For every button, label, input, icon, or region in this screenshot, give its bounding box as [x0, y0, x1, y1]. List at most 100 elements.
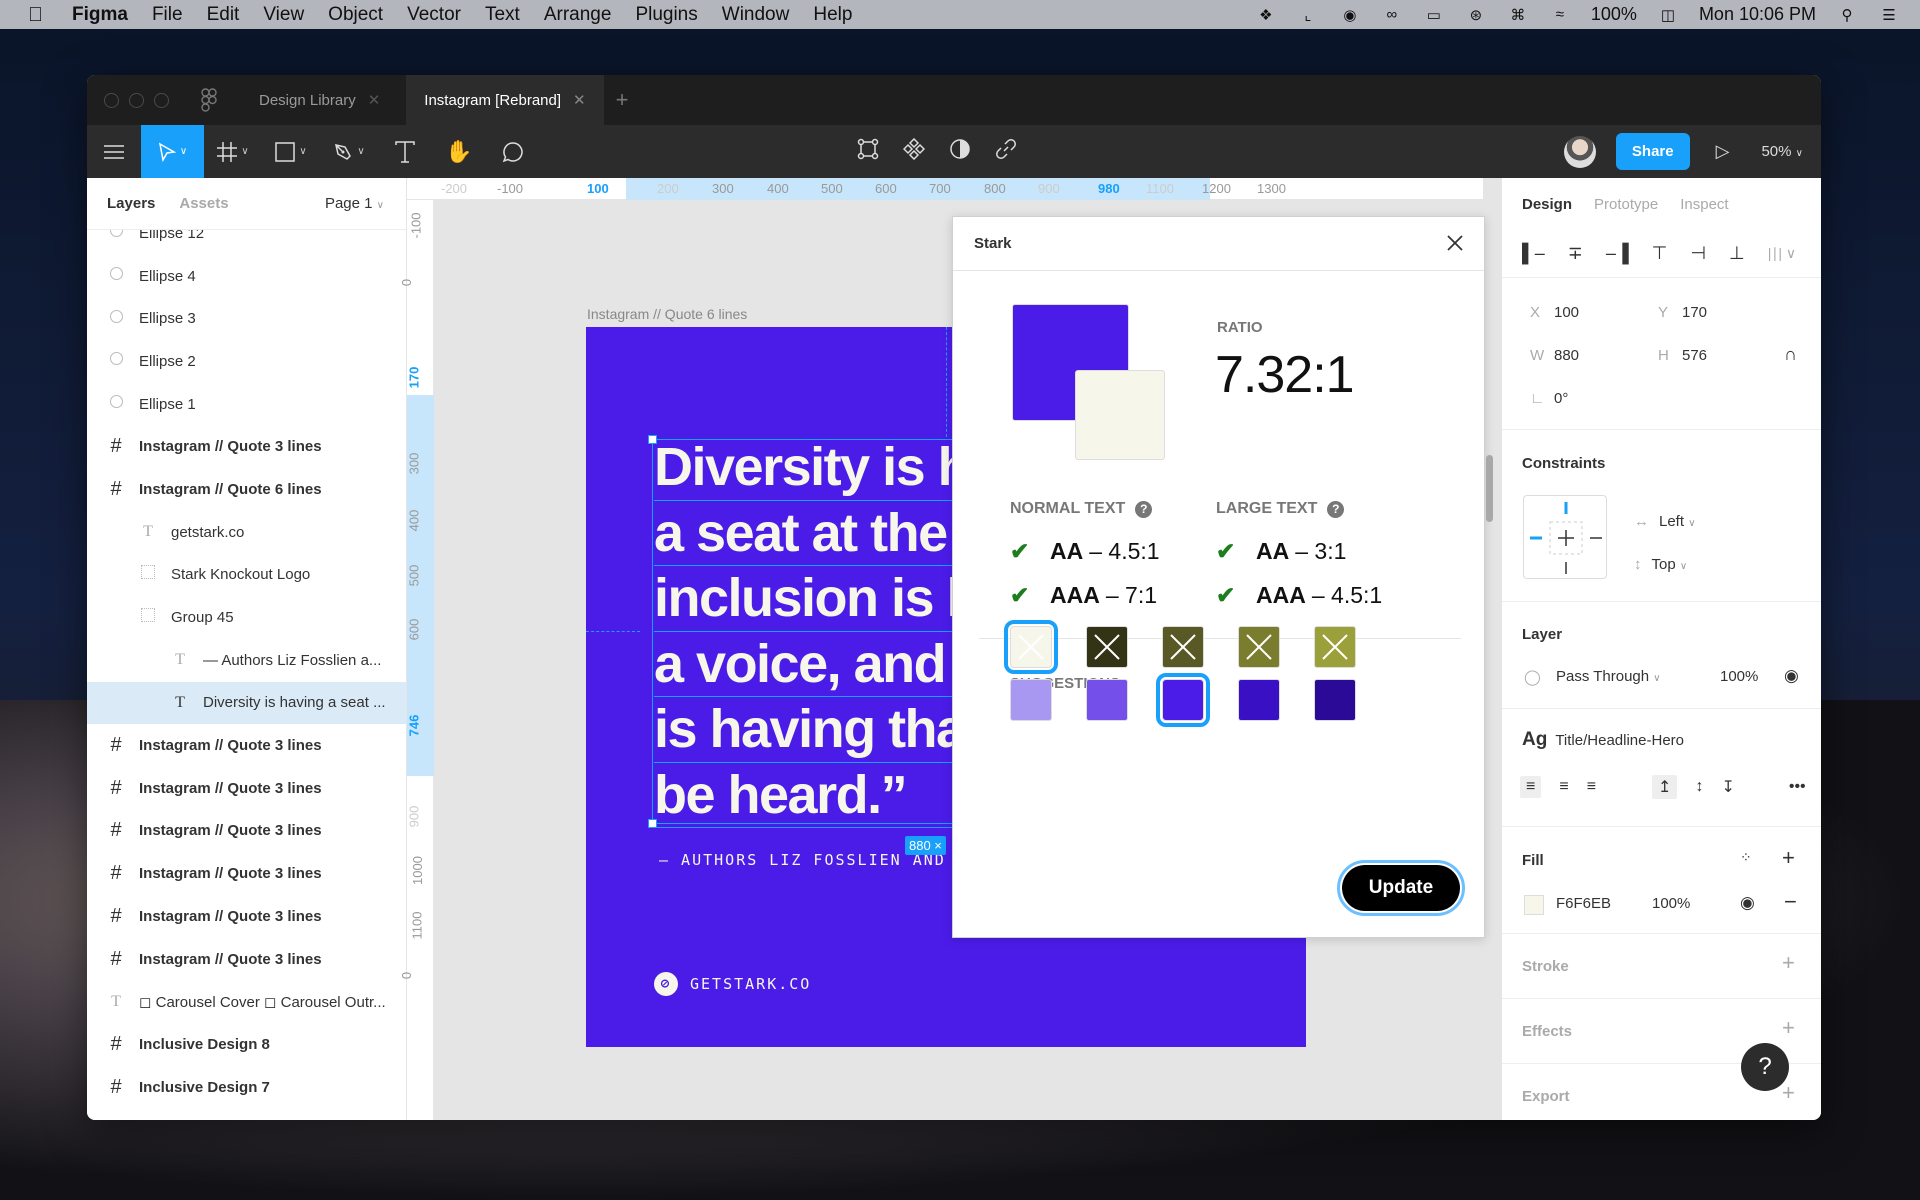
suggestion-swatch[interactable] — [1086, 626, 1128, 668]
spotlight-search-icon[interactable]: ⚲ — [1836, 6, 1858, 24]
eye-visibility-icon[interactable]: ◉ — [1740, 893, 1755, 913]
menu-view[interactable]: View — [263, 4, 304, 26]
share-button[interactable]: Share — [1615, 133, 1690, 170]
figma-logo-icon[interactable] — [201, 88, 219, 112]
eye-visibility-icon[interactable]: ◉ — [1784, 666, 1799, 686]
menu-window[interactable]: Window — [722, 4, 790, 26]
present-play-icon[interactable]: ▷ — [1716, 141, 1730, 162]
align-bottom-icon[interactable]: ⊥ — [1729, 243, 1745, 264]
menu-file[interactable]: File — [152, 4, 183, 26]
menu-app-figma[interactable]: Figma — [72, 4, 128, 26]
comment-tool-button[interactable] — [486, 125, 540, 178]
align-vertical-center-icon[interactable]: ⊣ — [1690, 243, 1706, 264]
text-align-center-icon[interactable]: ≡ — [1559, 778, 1568, 796]
onepassword-icon[interactable]: ◉ — [1339, 6, 1361, 24]
airplay-icon[interactable]: ▭ — [1423, 6, 1445, 24]
menu-vector[interactable]: Vector — [407, 4, 461, 26]
align-top-icon[interactable]: ⊤ — [1652, 243, 1668, 264]
canvas-vertical-scrollbar[interactable] — [1486, 455, 1493, 522]
constrain-proportions-icon[interactable]: ∩ — [1784, 344, 1797, 365]
clock[interactable]: Mon 10:06 PM — [1699, 4, 1816, 25]
bluetooth-icon[interactable]: ⊛ — [1465, 6, 1487, 24]
x-field[interactable]: X 100 — [1530, 304, 1579, 321]
width-field[interactable]: W 880 — [1530, 347, 1579, 364]
layer-item[interactable]: T ◻ Carousel Cover ◻ Carousel Outr... — [87, 980, 406, 1023]
tab-design[interactable]: Design — [1522, 196, 1572, 213]
distribute-icon[interactable]: |∣| ∨ — [1768, 245, 1796, 262]
style-grid-icon[interactable]: ⁘ — [1740, 849, 1752, 866]
zoom-window-button[interactable] — [154, 92, 169, 108]
text-tool-button[interactable] — [378, 125, 432, 178]
adobe-cc-icon[interactable]: ∞ — [1381, 6, 1403, 24]
layer-opacity-field[interactable]: 100% — [1720, 668, 1758, 685]
fill-hex-field[interactable]: F6F6EB — [1556, 895, 1611, 912]
menu-plugins[interactable]: Plugins — [635, 4, 697, 26]
layer-item[interactable]: # Instagram // Quote 3 lines — [87, 767, 406, 810]
layer-item[interactable]: T Diversity is having a seat ... — [87, 681, 406, 725]
wifi-icon[interactable]: ≈ — [1549, 6, 1571, 24]
main-menu-button[interactable] — [87, 125, 141, 178]
getstark-logo-text[interactable]: ⊘ GETSTARK.CO — [654, 972, 811, 996]
help-question-icon[interactable]: ? — [1135, 500, 1153, 518]
align-right-icon[interactable]: –▐ — [1606, 243, 1629, 264]
close-tab-icon[interactable]: ✕ — [573, 91, 586, 109]
layer-item[interactable]: # Instagram // Quote 3 lines — [87, 852, 406, 895]
text-align-left-icon[interactable]: ≡ — [1520, 776, 1542, 798]
suggestion-swatch[interactable] — [1314, 626, 1356, 668]
layer-item[interactable]: # Instagram // Quote 3 lines — [87, 724, 406, 767]
menu-edit[interactable]: Edit — [207, 4, 240, 26]
vertical-constraint-dropdown[interactable]: ↕ Top ∨ — [1634, 556, 1687, 573]
frame-selection-icon[interactable] — [857, 138, 879, 165]
text-style-field[interactable]: Ag Title/Headline-Hero — [1522, 729, 1684, 751]
suggestion-swatch[interactable] — [1010, 679, 1052, 721]
layer-item[interactable]: # Inclusive Design 8 — [87, 1023, 406, 1066]
dropbox-icon[interactable]: ❖ — [1255, 6, 1277, 24]
component-icon[interactable] — [902, 137, 926, 165]
add-fill-plus-icon[interactable]: + — [1782, 845, 1795, 871]
layer-item[interactable]: T — Authors Liz Fosslien a... — [87, 639, 406, 682]
layer-item[interactable]: # Instagram // Quote 3 lines — [87, 938, 406, 981]
menu-text[interactable]: Text — [485, 4, 520, 26]
minimize-window-button[interactable] — [129, 92, 144, 108]
frame-name-label[interactable]: Instagram // Quote 6 lines — [587, 306, 747, 322]
page-selector[interactable]: Page 1 ∨ — [325, 195, 384, 212]
battery-icon[interactable]: ◫ — [1657, 6, 1679, 24]
notification-center-icon[interactable]: ☰ — [1878, 6, 1900, 24]
suggestion-swatch[interactable] — [1156, 673, 1210, 727]
layer-item[interactable]: Ellipse 1 — [87, 383, 406, 426]
tab-inspect[interactable]: Inspect — [1680, 196, 1728, 213]
resize-handle-bottom-left[interactable] — [648, 819, 657, 828]
layer-item[interactable]: # Instagram // Quote 3 lines — [87, 895, 406, 938]
add-effect-plus-icon[interactable]: + — [1782, 1015, 1795, 1041]
suggestion-swatch[interactable] — [1004, 620, 1058, 674]
authors-text[interactable]: — AUTHORS LIZ FOSSLIEN AND — [659, 851, 946, 869]
align-top-text-icon[interactable]: ↥ — [1652, 775, 1678, 799]
help-question-icon[interactable]: ? — [1327, 500, 1345, 518]
creative-cloud-icon[interactable]: ⌞ — [1297, 6, 1319, 24]
horizontal-constraint-dropdown[interactable]: ↔ Left ∨ — [1634, 513, 1696, 530]
hand-tool-button[interactable]: ✋ — [432, 125, 486, 178]
suggestion-swatch[interactable] — [1162, 626, 1204, 668]
close-icon[interactable] — [1444, 232, 1466, 254]
fill-color-swatch[interactable] — [1524, 895, 1544, 915]
layer-item[interactable]: # Instagram // Quote 3 lines — [87, 425, 406, 468]
close-tab-icon[interactable]: ✕ — [368, 91, 381, 109]
pen-tool-button[interactable]: ∨ — [320, 125, 378, 178]
shape-tool-button[interactable]: ∨ — [262, 125, 320, 178]
resize-handle-top-left[interactable] — [648, 435, 657, 444]
text-align-right-icon[interactable]: ≡ — [1587, 778, 1596, 796]
suggestion-swatch[interactable] — [1238, 626, 1280, 668]
align-horizontal-center-icon[interactable]: ∓ — [1568, 243, 1583, 264]
tab-design-library[interactable]: Design Library ✕ — [241, 75, 398, 125]
y-field[interactable]: Y 170 — [1658, 304, 1707, 321]
suggestion-swatch[interactable] — [1238, 679, 1280, 721]
zoom-level-dropdown[interactable]: 50% ∨ — [1761, 143, 1803, 160]
layer-item[interactable]: #Inclusive Design 6 — [87, 1108, 406, 1120]
layer-item[interactable]: Ellipse 3 — [87, 297, 406, 340]
user-avatar[interactable] — [1563, 135, 1596, 168]
menu-help[interactable]: Help — [813, 4, 852, 26]
move-tool-button[interactable]: ∨ — [141, 125, 204, 178]
new-tab-plus-icon[interactable]: + — [616, 87, 629, 113]
constraints-widget[interactable] — [1523, 495, 1607, 579]
tab-prototype[interactable]: Prototype — [1594, 196, 1658, 213]
